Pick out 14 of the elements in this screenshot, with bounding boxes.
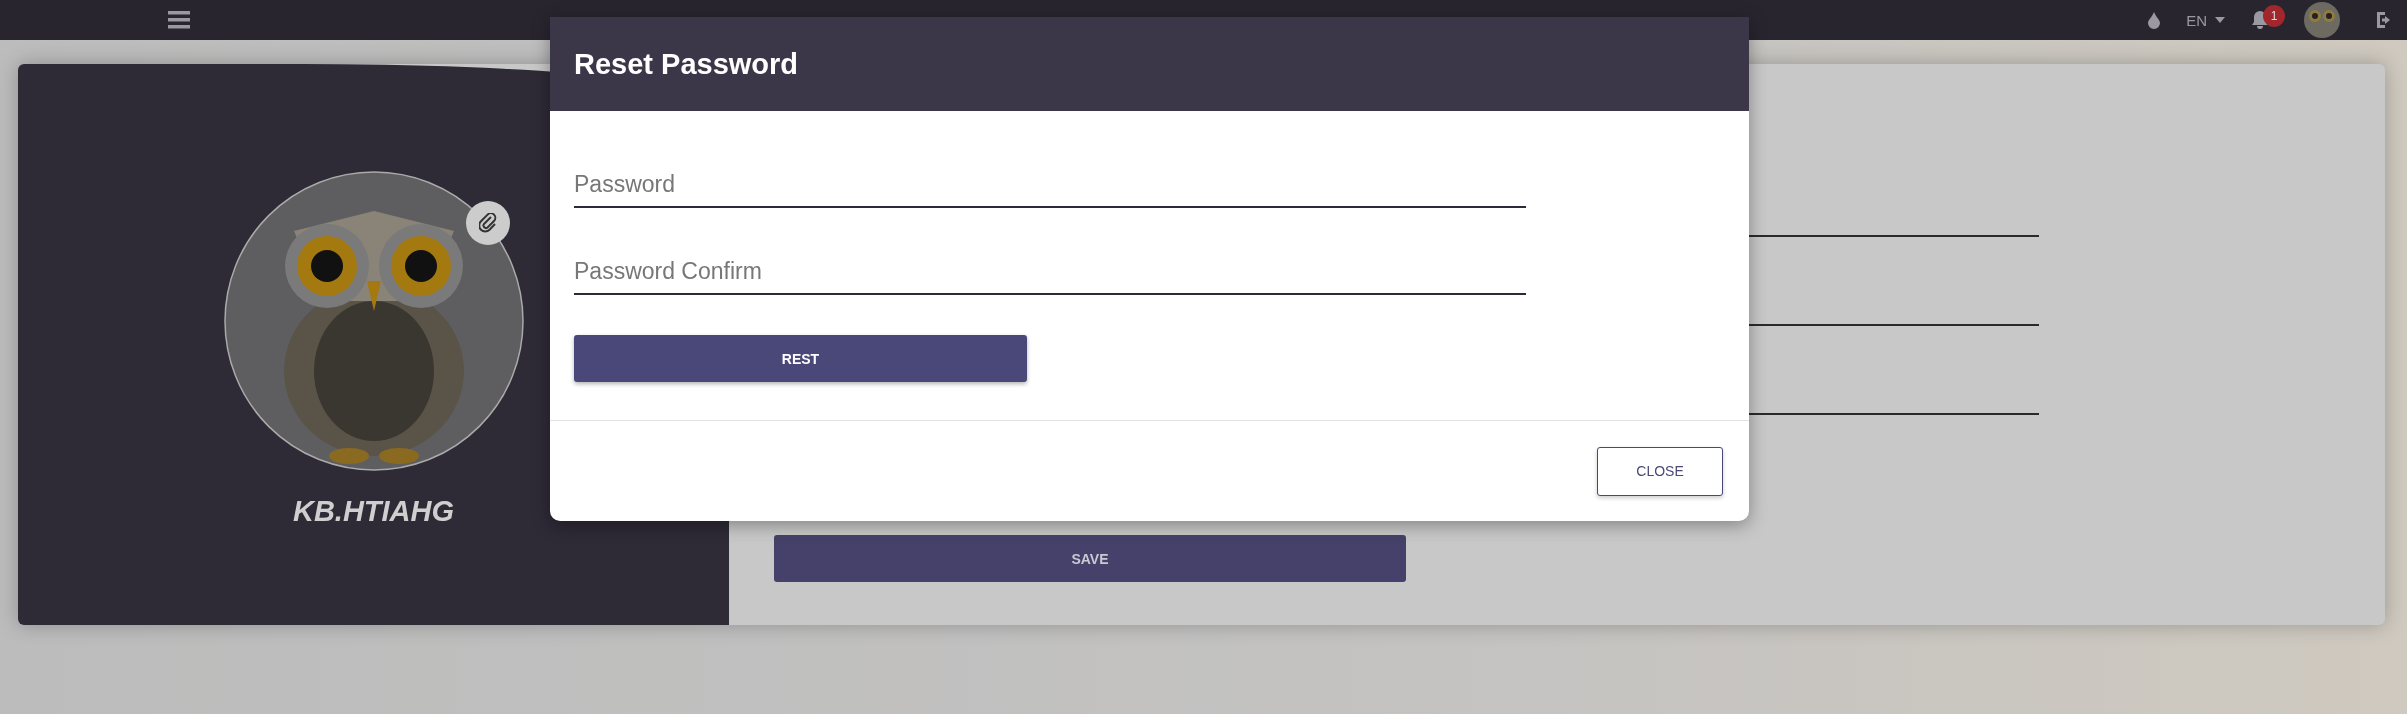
- caret-icon: [2215, 17, 2225, 23]
- save-button[interactable]: SAVE: [774, 535, 1406, 582]
- password-field[interactable]: Password Confirm: [574, 250, 1526, 295]
- language-dropdown[interactable]: EN: [2186, 11, 2225, 29]
- menu-icon[interactable]: [168, 11, 190, 29]
- profile-name: KB.HTIAHG: [292, 495, 455, 528]
- paperclip-icon: [478, 213, 497, 233]
- attach-button[interactable]: [465, 201, 510, 245]
- drop-icon[interactable]: [2148, 11, 2161, 29]
- notification-badge: 1: [2263, 5, 2285, 27]
- close-button[interactable]: CLOSE: [1597, 446, 1723, 496]
- dialog-title: Reset Password: [574, 47, 799, 81]
- reset-button[interactable]: REST: [574, 335, 1027, 382]
- password-field[interactable]: Password: [574, 163, 1526, 208]
